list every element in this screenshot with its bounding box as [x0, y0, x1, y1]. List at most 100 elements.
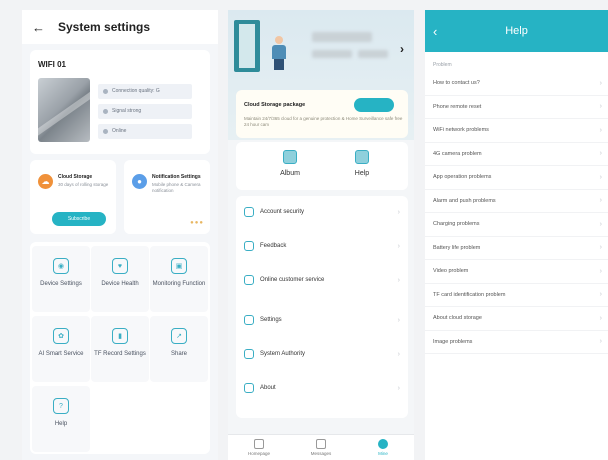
- device-card[interactable]: WIFI 01 Connection quality: G Signal str…: [30, 50, 210, 154]
- chevron-right-icon: ›: [397, 242, 400, 250]
- menu-label: System Authority: [260, 351, 306, 357]
- info-icon: [244, 383, 254, 393]
- health-icon: ♥: [112, 258, 128, 274]
- tile-label: Device Health: [101, 281, 139, 287]
- tile-ai-smart-service[interactable]: ✿ AI Smart Service: [32, 316, 90, 382]
- section-label: Problem: [433, 62, 452, 68]
- cloud-storage-package-card[interactable]: Cloud Storage package Maintain 24/7/365 …: [236, 90, 408, 138]
- sd-card-icon: ▮: [112, 328, 128, 344]
- storage-title: Cloud Storage package: [244, 102, 306, 108]
- menu-label: About: [260, 385, 276, 391]
- indicator-dots: ●●●: [190, 220, 204, 226]
- tab-mine[interactable]: Mine: [352, 435, 414, 460]
- subscribe-button[interactable]: Subscribe: [52, 212, 106, 226]
- help-icon: [355, 150, 369, 164]
- help-item[interactable]: Phone remote reset ›: [425, 96, 608, 119]
- gear-icon: [244, 315, 254, 325]
- help-list: How to contact us? › Phone remote reset › Wi…: [425, 72, 608, 354]
- menu-item-online-service[interactable]: Online customer service ›: [236, 268, 408, 292]
- chevron-right-icon: ›: [599, 244, 602, 252]
- notification-settings-card[interactable]: ● Notification Settings Mobile phone & C…: [124, 160, 210, 234]
- tile-label: Share: [170, 351, 187, 357]
- album-button[interactable]: Album: [260, 150, 320, 177]
- help-item[interactable]: How to contact us? ›: [425, 72, 608, 96]
- tab-messages[interactable]: Messages: [290, 435, 352, 460]
- chevron-right-icon: ›: [397, 384, 400, 392]
- tile-tf-record-settings[interactable]: ▮ TF Record Settings: [91, 316, 149, 382]
- help-item[interactable]: Battery life problem ›: [425, 237, 608, 260]
- chevron-right-icon: ›: [397, 208, 400, 216]
- tile-device-health[interactable]: ♥ Device Health: [91, 246, 149, 312]
- menu-item-feedback[interactable]: Feedback ›: [236, 234, 408, 258]
- chevron-right-icon: ›: [599, 267, 602, 275]
- help-item[interactable]: About cloud storage ›: [425, 307, 608, 331]
- tile-label: Help: [54, 421, 68, 427]
- tab-label: Messages: [310, 451, 332, 456]
- menu-label: Feedback: [260, 243, 287, 249]
- help-item[interactable]: 4G camera problem ›: [425, 143, 608, 166]
- page-title: System settings: [58, 20, 151, 34]
- device-thumbnail[interactable]: [38, 78, 90, 142]
- service-title: Cloud Storage: [58, 174, 93, 180]
- chevron-right-icon: ›: [599, 291, 602, 299]
- storage-button[interactable]: [354, 98, 394, 112]
- info-text: Connection quality: G: [112, 88, 160, 94]
- cloud-storage-card[interactable]: ☁ Cloud Storage 30 days of rolling stora…: [30, 160, 116, 234]
- menu-item-account-security[interactable]: Account security ›: [236, 200, 408, 224]
- help-item-label: App operation problems: [433, 174, 492, 181]
- tile-help[interactable]: ? Help: [32, 386, 90, 452]
- tab-homepage[interactable]: Homepage: [228, 435, 290, 460]
- blurred-account: [312, 50, 352, 58]
- tile-device-settings[interactable]: ◉ Device Settings: [32, 246, 90, 312]
- tile-share[interactable]: ↗ Share: [150, 316, 208, 382]
- message-icon: [316, 439, 326, 449]
- menu-item-about[interactable]: About ›: [236, 376, 408, 400]
- help-item-label: Video problem: [433, 268, 469, 275]
- help-item-label: 4G camera problem: [433, 150, 482, 157]
- mine-screen: › Cloud Storage package Maintain 24/7/36…: [228, 10, 414, 460]
- help-button[interactable]: Help: [332, 150, 392, 177]
- page-title: Help: [505, 25, 528, 37]
- bottom-tab-bar: Homepage Messages Mine: [228, 434, 414, 460]
- arrow-left-icon[interactable]: ←: [32, 20, 48, 35]
- chevron-right-icon: ›: [599, 173, 602, 181]
- door-illustration: [234, 20, 260, 72]
- chevron-right-icon: ›: [599, 220, 602, 228]
- mine-menu: Account security › Feedback › Online cus…: [236, 196, 408, 418]
- share-icon: ↗: [171, 328, 187, 344]
- help-item-label: About cloud storage: [433, 315, 482, 322]
- user-icon: [378, 439, 388, 449]
- tile-label: Device Settings: [40, 281, 82, 287]
- info-text: Signal strong: [112, 108, 142, 114]
- device-name: WIFI 01: [38, 60, 67, 69]
- help-item[interactable]: TF card identification problem ›: [425, 284, 608, 307]
- chevron-right-icon: ›: [397, 350, 400, 358]
- chevron-right-icon: ›: [599, 314, 602, 322]
- help-screen: ‹ Help Problem How to contact us? › Phone …: [425, 10, 608, 460]
- cloud-icon: ☁: [38, 174, 53, 189]
- tile-monitoring-function[interactable]: ▣ Monitoring Function: [150, 246, 208, 312]
- help-header: ‹ Help: [425, 10, 608, 52]
- signal-icon: [103, 89, 108, 94]
- help-item[interactable]: Charging problems ›: [425, 213, 608, 237]
- help-item[interactable]: Video problem ›: [425, 260, 608, 284]
- help-item[interactable]: WiFi network problems ›: [425, 119, 608, 143]
- chevron-right-icon: ›: [397, 276, 400, 284]
- help-item[interactable]: Image problems ›: [425, 331, 608, 354]
- chevron-right-icon[interactable]: ›: [400, 42, 404, 56]
- info-text: Online: [112, 128, 127, 134]
- menu-item-settings[interactable]: Settings ›: [236, 308, 408, 332]
- help-item[interactable]: App operation problems ›: [425, 166, 608, 190]
- home-icon: [254, 439, 264, 449]
- menu-item-system-authority[interactable]: System Authority ›: [236, 342, 408, 366]
- help-item-label: TF card identification problem: [433, 291, 506, 298]
- monitor-icon: ▣: [171, 258, 187, 274]
- help-item[interactable]: Alarm and push problems ›: [425, 190, 608, 213]
- menu-label: Online customer service: [260, 277, 325, 283]
- menu-label: Settings: [260, 317, 282, 323]
- function-grid: ◉ Device Settings ♥ Device Health ▣ Moni…: [30, 242, 210, 454]
- album-label: Album: [280, 170, 300, 177]
- menu-label: Account security: [260, 209, 305, 215]
- help-item-label: Alarm and push problems: [433, 197, 496, 204]
- info-row: Online: [98, 124, 192, 139]
